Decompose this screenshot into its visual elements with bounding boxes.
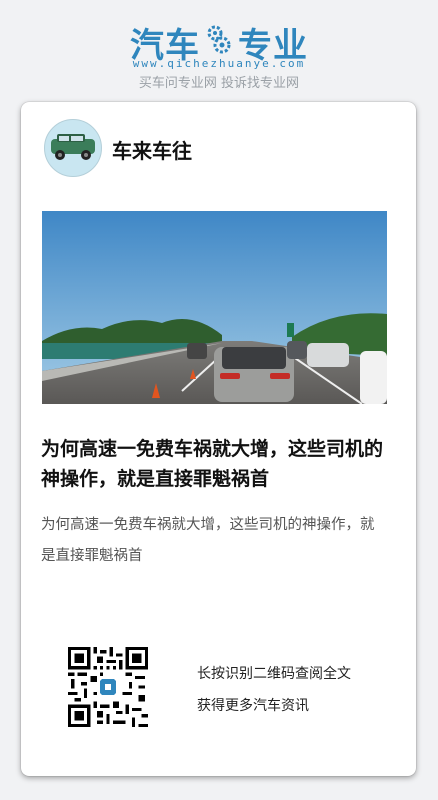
qr-caption-line2: 获得更多汽车资讯	[197, 698, 309, 714]
qr-caption: 长按识别二维码查阅全文 获得更多汽车资讯	[197, 658, 397, 722]
qr-caption-line1: 长按识别二维码查阅全文	[197, 666, 351, 682]
site-url: www.qichezhuanye.com	[132, 57, 306, 70]
article-hero-image	[42, 211, 387, 404]
article-card: 车来车往 为何高速一免费车祸就大增，这些司机的神操作，就是直接罪魁祸首 为何高速…	[21, 102, 416, 776]
account-name[interactable]: 车来车往	[112, 135, 192, 164]
avatar[interactable]	[44, 119, 102, 177]
article-title[interactable]: 为何高速一免费车祸就大增，这些司机的神操作，就是直接罪魁祸首	[41, 434, 401, 494]
brand-header: 汽车 专业 www.qichezhuanye.com 买车问专业网 投诉找专业网	[0, 0, 438, 100]
green-car-icon	[51, 134, 95, 160]
article-summary: 为何高速一免费车祸就大增，这些司机的神操作，就是直接罪魁祸首	[41, 517, 375, 564]
site-slogan: 买车问专业网 投诉找专业网	[138, 76, 300, 91]
qr-code	[68, 647, 148, 727]
